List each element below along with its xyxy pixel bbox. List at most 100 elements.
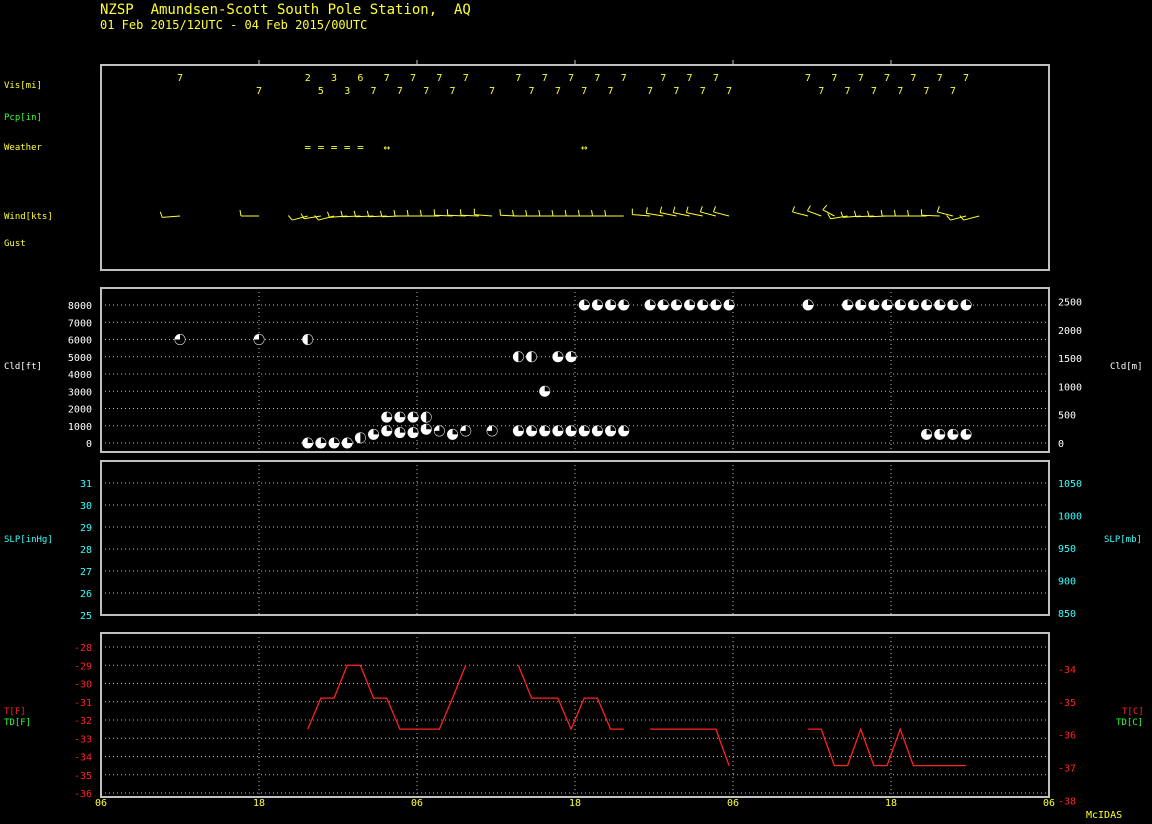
visibility-value: 7 — [726, 86, 732, 97]
visibility-value: 7 — [568, 73, 574, 84]
time-tick-label: 06 — [411, 798, 423, 809]
wind-barb-flag — [791, 206, 796, 213]
cloud-ylabel-left: Cld[ft] — [4, 362, 42, 372]
visibility-value: 7 — [436, 73, 442, 84]
weather-symbol: = — [318, 141, 325, 154]
visibility-value: 7 — [256, 86, 262, 97]
cloud-ft-tick-label: 7000 — [68, 318, 92, 329]
wind-barb-flag — [880, 210, 883, 217]
cloud-ft-tick-label: 8000 — [68, 301, 92, 312]
visibility-value: 7 — [371, 86, 377, 97]
time-tick-label: 06 — [95, 798, 107, 809]
wind-barb-flag — [577, 210, 580, 217]
visibility-value: 7 — [910, 73, 916, 84]
wind-barb-flag — [525, 210, 528, 217]
wind-barb-flag — [806, 205, 811, 212]
pressure-mb-tick-label: 900 — [1058, 576, 1076, 587]
visibility-value: 7 — [515, 73, 521, 84]
visibility-value: 7 — [950, 86, 956, 97]
cloud-cover-fill — [373, 429, 379, 435]
cloud-cover-fill — [386, 412, 392, 418]
wind-barb-flag — [564, 210, 567, 217]
cloud-cover-fill — [952, 300, 958, 305]
visibility-value: 7 — [529, 86, 535, 97]
visibility-value: 7 — [845, 86, 851, 97]
cloud-cover-fill — [557, 425, 563, 431]
temperature-line — [650, 728, 730, 766]
visibility-value: 7 — [871, 86, 877, 97]
wind-barb-flag — [827, 213, 832, 220]
cloud-cover-fill — [623, 300, 629, 305]
cloud-cover-fill — [650, 300, 656, 305]
pressure-inhg-tick-label: 25 — [80, 611, 92, 622]
cloud-cover-fill — [320, 438, 326, 443]
wind-barb-flag — [459, 209, 462, 216]
cloud-cover-fill — [702, 300, 708, 305]
wind-barb-flag — [159, 211, 163, 218]
cloud-m-tick-label: 500 — [1058, 411, 1076, 422]
pressure-inhg-tick-label: 26 — [80, 589, 92, 600]
pressure-mb-tick-label: 850 — [1058, 609, 1076, 620]
cloud-ft-tick-label: 4000 — [68, 370, 92, 381]
cloud-cover-fill — [399, 427, 405, 433]
cloud-cover-fill — [676, 300, 682, 305]
cloud-cover-fill — [399, 412, 405, 418]
cloud-cover-fill — [808, 300, 814, 305]
visibility-value: 7 — [555, 86, 561, 97]
temp-f-tick-label: -32 — [74, 716, 92, 727]
wind-barb-flag — [936, 206, 940, 213]
temp-f-tick-label: -36 — [74, 789, 92, 800]
visibility-value: 7 — [177, 73, 183, 84]
wind-barb-flag — [340, 210, 343, 217]
cloud-cover-fill — [847, 300, 853, 305]
cloud-cover-fill — [518, 351, 524, 362]
wind-barb-flag — [512, 210, 515, 217]
cloud-m-tick-label: 2500 — [1058, 298, 1082, 309]
wind-barb-shaft — [937, 211, 954, 217]
temp-f-tick-label: -31 — [74, 698, 92, 709]
visibility-value: 7 — [673, 86, 679, 97]
temp-ylabel-left-td: TD[F] — [4, 718, 31, 728]
pressure-inhg-tick-label: 31 — [80, 479, 92, 490]
cloud-cover-fill — [347, 438, 353, 443]
visibility-value: 7 — [542, 73, 548, 84]
visibility-value: 7 — [594, 73, 600, 84]
cloud-cover-fill — [584, 425, 590, 431]
visibility-value: 7 — [450, 86, 456, 97]
time-tick-label: 18 — [569, 798, 581, 809]
temp-c-tick-label: -34 — [1058, 665, 1076, 676]
temp-f-tick-label: -29 — [74, 661, 92, 672]
temperature-line — [517, 665, 624, 731]
cloud-cover-fill — [426, 424, 432, 430]
cloud-ft-tick-label: 2000 — [68, 405, 92, 416]
meteogram: Vis[mi]Pcp[in]WeatherWind[kts]Gust772533… — [4, 60, 1144, 809]
time-tick-label: 18 — [253, 798, 265, 809]
visibility-value: 3 — [331, 73, 337, 84]
cloud-cover-fill — [386, 425, 392, 431]
wind-barb-shaft — [921, 214, 940, 217]
visibility-value: 7 — [924, 86, 930, 97]
cloud-cover-fill — [966, 300, 972, 305]
wind-barb-flag — [645, 207, 648, 214]
cloud-ft-tick-label: 5000 — [68, 353, 92, 364]
cloud-m-tick-label: 1500 — [1058, 354, 1082, 365]
temp-c-tick-label: -38 — [1058, 796, 1076, 807]
visibility-value: 7 — [384, 73, 390, 84]
wind-barb-flag — [406, 210, 409, 217]
wind-barb-flag — [326, 211, 330, 218]
temp-ylabel-right-t: T[C] — [1122, 707, 1144, 717]
weather-label-gust: Gust — [4, 239, 26, 249]
cloud-cover-fill — [860, 300, 866, 305]
wind-barb-shaft — [700, 211, 717, 217]
visibility-value: 7 — [489, 86, 495, 97]
wind-barb-flag — [685, 206, 689, 213]
cloud-cover-fill — [610, 300, 616, 305]
cloud-cover-fill — [307, 438, 313, 443]
cloud-cover-fill — [939, 300, 945, 305]
temperature-line — [808, 727, 967, 767]
wind-barb-shaft — [292, 215, 308, 221]
cloud-cover-fill — [307, 334, 313, 345]
visibility-value: 7 — [937, 73, 943, 84]
cloud-cover-fill — [518, 425, 524, 431]
wind-barb-flag — [712, 206, 717, 213]
